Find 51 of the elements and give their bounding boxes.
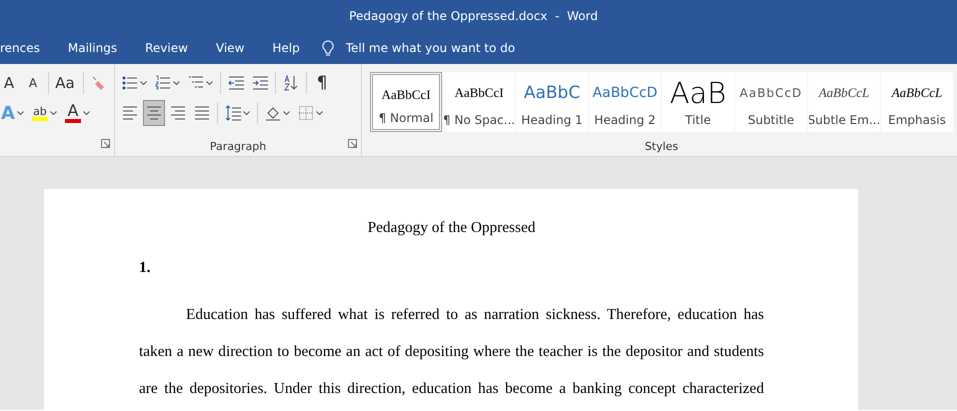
sort-icon <box>283 75 299 91</box>
ribbon-tab[interactable]: Mailings <box>54 37 132 59</box>
caret-icon <box>50 111 57 115</box>
search-field[interactable]: Tell me what you want to do <box>344 39 548 57</box>
highlight-button[interactable]: ab <box>28 100 60 126</box>
style-gallery-item[interactable]: AaBbCcL Emphasis <box>881 72 953 132</box>
outdent-icon <box>228 75 244 91</box>
align-left-icon <box>122 105 138 121</box>
group-label: Styles <box>644 140 678 155</box>
caret-icon <box>140 81 147 85</box>
ribbon-tab[interactable]: Review <box>131 37 202 59</box>
ribbon-tab[interactable]: Help <box>258 37 314 59</box>
align-right-icon <box>170 105 186 121</box>
style-gallery-item[interactable]: AaBbCcI ¶ Normal <box>370 72 442 132</box>
shrink-font-button[interactable]: A <box>22 70 44 96</box>
section-heading: 1. <box>139 259 152 278</box>
ribbon-tab[interactable]: rences <box>0 37 54 59</box>
dialog-launcher-icon <box>348 139 357 148</box>
group-label: Paragraph <box>210 140 266 155</box>
style-gallery-item[interactable]: AaBbCcD Subtitle <box>735 72 807 132</box>
change-case-button[interactable]: Aa <box>52 70 80 96</box>
justify-icon <box>194 105 210 121</box>
grow-font-button[interactable]: A <box>0 70 20 96</box>
font-color-button[interactable]: A <box>62 100 93 126</box>
align-center-button[interactable] <box>143 100 165 126</box>
style-gallery-item[interactable]: AaBbCcI ¶ No Spac... <box>443 72 515 132</box>
caret-icon <box>173 81 180 85</box>
style-gallery-item[interactable]: AaB Title <box>662 72 734 132</box>
style-gallery-item[interactable]: AaBbCcD Heading 2 <box>589 72 661 132</box>
numbered-list-icon <box>155 75 171 91</box>
window-title: Pedagogy of the Oppressed.docx - Word <box>349 9 598 23</box>
ribbon-tab[interactable]: View <box>202 37 258 59</box>
caret-icon <box>82 111 90 115</box>
lightbulb-icon <box>322 40 334 56</box>
borders-icon <box>298 105 314 121</box>
list-icon <box>122 75 138 91</box>
dialog-launcher-icon <box>101 139 110 148</box>
indent-icon <box>252 75 268 91</box>
line-spacing-icon <box>225 105 241 121</box>
caret-icon <box>283 111 290 115</box>
caret-icon <box>206 81 213 85</box>
caret-icon <box>316 111 323 115</box>
document-title: Pedagogy of the Oppressed <box>366 219 536 238</box>
style-gallery-item[interactable]: AaBbC Heading 1 <box>516 72 588 132</box>
caret-icon <box>243 111 250 115</box>
align-center-icon <box>146 105 162 121</box>
caret-icon <box>16 111 24 115</box>
eraser-icon <box>91 75 107 91</box>
body-paragraph: Education has suffered what is referred to as narration sickness. Therefore, education has taken a new direction to become an act of depositing where the teacher is the depositor and students are the depositories. Under this direction, education has become a banking concept characterized <box>139 305 764 399</box>
paint-bucket-icon <box>265 105 281 121</box>
show-marks-button[interactable]: ¶ <box>311 70 333 96</box>
